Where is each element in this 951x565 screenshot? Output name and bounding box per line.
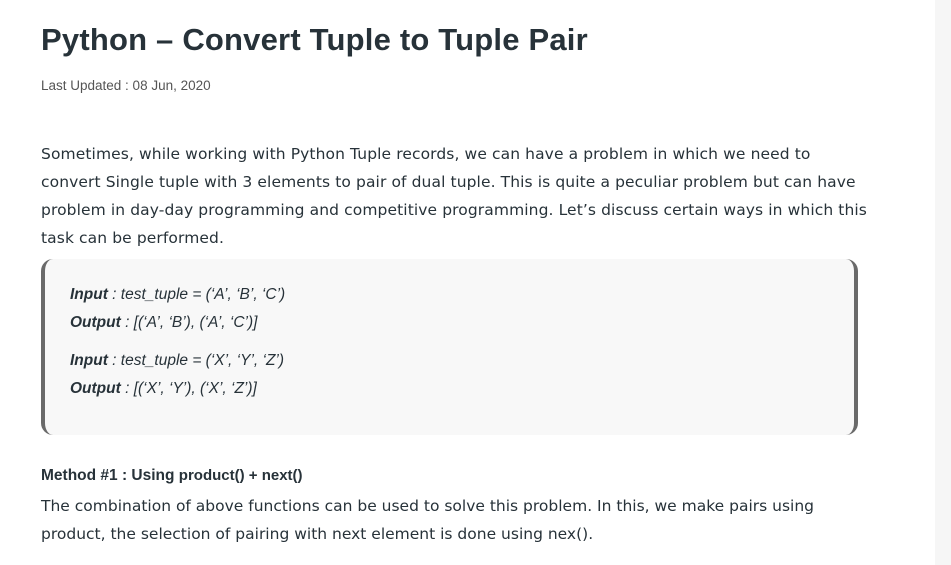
- input-label: Input: [70, 286, 108, 303]
- last-updated: Last Updated : 08 Jun, 2020: [41, 78, 211, 93]
- page-title: Python – Convert Tuple to Tuple Pair: [41, 22, 588, 57]
- input-value: : test_tuple = (‘A’, ‘B’, ‘C’): [107, 286, 286, 303]
- output-value: : [(‘A’, ‘B’), (‘A’, ‘C’)]: [120, 314, 258, 331]
- method-heading-text: Method #1 : Using: [41, 467, 179, 484]
- intro-paragraph: Sometimes, while working with Python Tup…: [41, 145, 867, 247]
- example-2-input: Input : test_tuple = (‘X’, ‘Y’, ‘Z’): [70, 352, 284, 370]
- example-2-output: Output : [(‘X’, ‘Y’), (‘X’, ‘Z’)]: [70, 380, 257, 398]
- output-value: : [(‘X’, ‘Y’), (‘X’, ‘Z’)]: [120, 380, 257, 397]
- method-function-names: product() + next(): [178, 467, 303, 484]
- right-sidebar: [935, 0, 951, 565]
- input-label: Input: [70, 352, 108, 369]
- input-value: : test_tuple = (‘X’, ‘Y’, ‘Z’): [107, 352, 285, 369]
- example-1-output: Output : [(‘A’, ‘B’), (‘A’, ‘C’)]: [70, 314, 257, 332]
- method-1-heading: Method #1 : Using product() + next(): [41, 467, 303, 485]
- output-label: Output: [70, 314, 121, 331]
- method-1-paragraph: The combination of above functions can b…: [41, 497, 815, 543]
- example-1-input: Input : test_tuple = (‘A’, ‘B’, ‘C’): [70, 286, 285, 304]
- example-box: Input : test_tuple = (‘A’, ‘B’, ‘C’) Out…: [41, 259, 858, 435]
- output-label: Output: [70, 380, 121, 397]
